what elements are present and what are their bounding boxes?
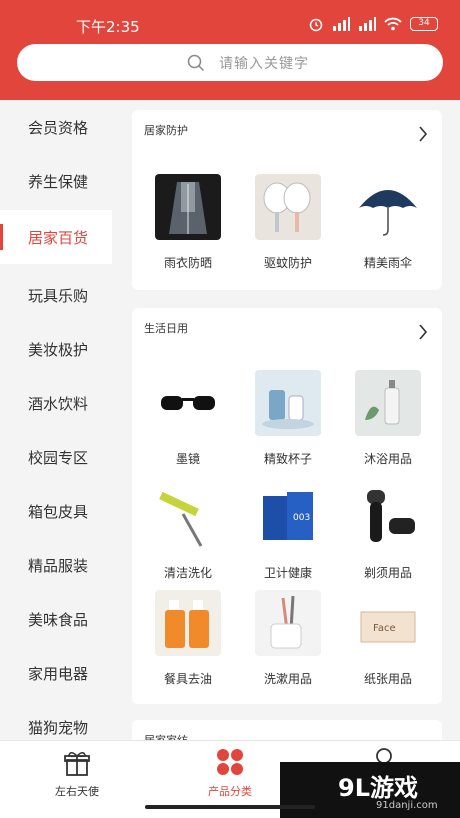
cleaning-mop-image (155, 484, 221, 550)
product-label: 纸张用品 (363, 672, 412, 686)
search-input[interactable]: 请输入关键字 (17, 44, 443, 81)
watermark-logo: 9L游戏 91danji.com (280, 762, 460, 818)
sidebar-item-label: 美味食品 (28, 611, 89, 629)
category-content[interactable]: 居家防护 雨衣防晒 驱蚊防护 精美雨伞 生活日用 墨镜 精致杯子 沐浴用品 清洁… (112, 100, 460, 740)
product-cell-cleaning[interactable]: 清洁洗化 (142, 484, 234, 584)
sidebar-item-health[interactable]: 养生保健 (0, 154, 112, 208)
home-indicator[interactable] (145, 805, 315, 809)
degreaser-image (155, 590, 221, 656)
app-screen: 下午2:35 34 请输入关键字 会员资格 养生保健 居家百货 玩具乐购 美妆极… (0, 0, 460, 818)
tab-label: 左右天使 (55, 785, 99, 798)
wifi-icon (384, 17, 402, 31)
tissue-box-image: Face (355, 590, 421, 656)
raincoat-image (155, 174, 221, 240)
product-cell-paper[interactable]: Face 纸张用品 (342, 590, 434, 690)
watermark-brand: 9L游戏 (338, 774, 418, 802)
product-cell-degreaser[interactable]: 餐具去油 (142, 590, 234, 690)
product-label: 洗漱用品 (263, 672, 312, 686)
tab-label: 产品分类 (208, 785, 252, 798)
sidebar-item-bags[interactable]: 箱包皮具 (0, 484, 112, 538)
sidebar-item-label: 猫狗宠物 (28, 719, 89, 737)
product-label: 驱蚊防护 (263, 256, 312, 270)
search-icon (187, 54, 205, 76)
section-card: 居家防护 雨衣防晒 驱蚊防护 精美雨伞 (132, 110, 442, 290)
sidebar-item-label: 酒水饮料 (28, 395, 89, 413)
product-cell-shaving[interactable]: 剃须用品 (342, 484, 434, 584)
section-card: 居家家纺 (132, 720, 442, 740)
sidebar-item-pets[interactable]: 猫狗宠物 (0, 700, 112, 740)
signal-icon (332, 17, 350, 31)
search-placeholder: 请输入关键字 (219, 56, 309, 72)
sidebar-item-label: 校园专区 (28, 449, 89, 467)
product-label: 精致杯子 (263, 452, 312, 466)
product-label: 墨镜 (175, 452, 200, 466)
section-title: 生活日用 (144, 322, 188, 335)
header: 下午2:35 34 请输入关键字 (0, 0, 460, 100)
product-label: 精美雨伞 (363, 256, 412, 270)
sunglasses-image (155, 370, 221, 436)
signal-hd-icon (358, 17, 376, 31)
sidebar-item-label: 精品服装 (28, 557, 89, 575)
sidebar-item-label: 美妆极护 (28, 341, 89, 359)
sidebar-item-appliances[interactable]: 家用电器 (0, 646, 112, 700)
watermark-url: 91danji.com (376, 800, 438, 811)
sidebar-item-label: 玩具乐购 (28, 287, 89, 305)
sidebar-item-food[interactable]: 美味食品 (0, 592, 112, 646)
product-cell-health[interactable]: 003 卫计健康 (242, 484, 334, 584)
svg-text:Face: Face (373, 623, 396, 634)
sidebar-item-clothing[interactable]: 精品服装 (0, 538, 112, 592)
umbrella-image (355, 174, 421, 240)
product-cell-cups[interactable]: 精致杯子 (242, 370, 334, 470)
gift-icon (63, 749, 91, 781)
sidebar-item-household[interactable]: 居家百货 (0, 210, 112, 264)
sidebar-item-beauty[interactable]: 美妆极护 (0, 322, 112, 376)
toothbrush-cup-image (255, 590, 321, 656)
category-sidebar[interactable]: 会员资格 养生保健 居家百货 玩具乐购 美妆极护 酒水饮料 校园专区 箱包皮具 … (0, 100, 112, 740)
battery-icon: 34 (410, 17, 438, 31)
status-time: 下午2:35 (76, 18, 140, 36)
product-label: 沐浴用品 (363, 452, 412, 466)
product-cell-umbrella[interactable]: 精美雨伞 (342, 174, 434, 284)
sidebar-item-label: 养生保健 (28, 173, 89, 191)
sidebar-item-label: 居家百货 (28, 229, 89, 247)
sidebar-item-label: 会员资格 (28, 119, 89, 137)
product-label: 卫计健康 (263, 566, 312, 580)
sidebar-item-drinks[interactable]: 酒水饮料 (0, 376, 112, 430)
health-box-image: 003 (255, 484, 321, 550)
product-cell-sunglasses[interactable]: 墨镜 (142, 370, 234, 470)
sidebar-item-campus[interactable]: 校园专区 (0, 430, 112, 484)
shaver-image (355, 484, 421, 550)
product-label: 雨衣防晒 (163, 256, 212, 270)
product-cell-mosquito[interactable]: 驱蚊防护 (242, 174, 334, 284)
product-label: 餐具去油 (163, 672, 212, 686)
sidebar-item-toys[interactable]: 玩具乐购 (0, 268, 112, 322)
sidebar-item-label: 箱包皮具 (28, 503, 89, 521)
chevron-right-icon[interactable] (418, 126, 428, 146)
product-label: 清洁洗化 (163, 566, 212, 580)
alarm-icon (308, 16, 324, 32)
tab-angels[interactable]: 左右天使 (17, 741, 137, 818)
sidebar-item-label: 家用电器 (28, 665, 89, 683)
status-bar: 下午2:35 34 (0, 0, 460, 40)
sidebar-item-membership[interactable]: 会员资格 (0, 100, 112, 154)
section-title: 居家家纺 (144, 732, 188, 740)
product-cell-raincoat[interactable]: 雨衣防晒 (142, 174, 234, 284)
product-cell-toiletries[interactable]: 洗漱用品 (242, 590, 334, 690)
status-icons: 34 (308, 16, 438, 32)
categories-icon (215, 747, 245, 781)
svg-text:003: 003 (293, 513, 310, 523)
section-title: 居家防护 (144, 124, 188, 137)
mosquito-racket-image (255, 174, 321, 240)
cups-image (255, 370, 321, 436)
bath-products-image (355, 370, 421, 436)
product-label: 剃须用品 (363, 566, 412, 580)
section-card: 生活日用 墨镜 精致杯子 沐浴用品 清洁洗化 003 卫计健康 剃须用品 餐具去… (132, 308, 442, 704)
chevron-right-icon[interactable] (418, 324, 428, 344)
product-cell-bath[interactable]: 沐浴用品 (342, 370, 434, 470)
